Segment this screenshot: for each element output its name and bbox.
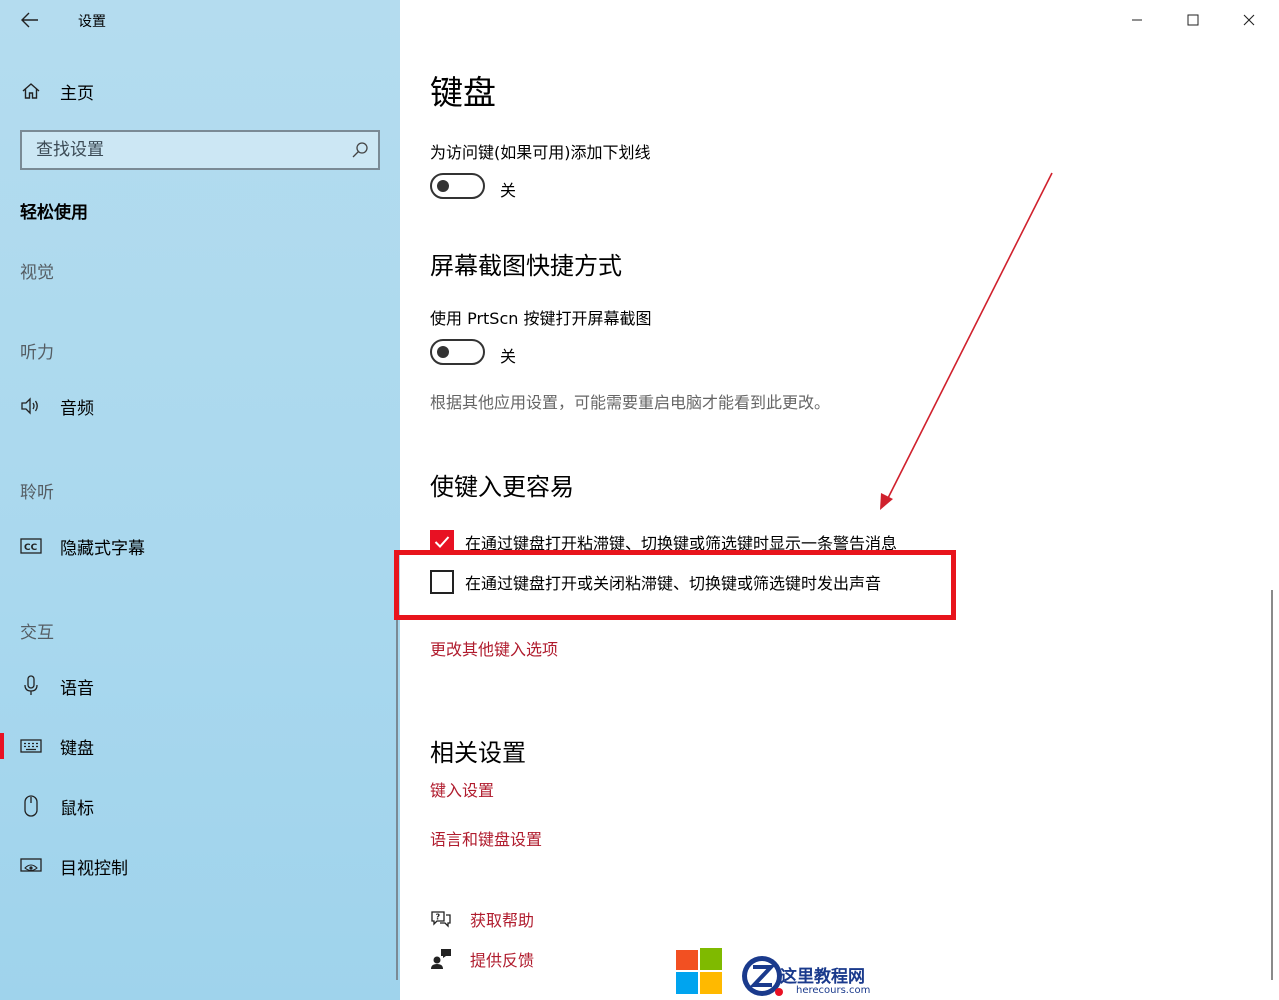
- home-icon: [20, 80, 42, 102]
- main-content: 键盘 为访问键(如果可用)添加下划线 关 屏幕截图快捷方式 使用 PrtScn …: [394, 0, 1279, 1000]
- page-title: 键盘: [430, 73, 496, 112]
- checkmark-icon: [434, 536, 450, 548]
- maximize-icon: [1187, 14, 1199, 26]
- section-title: 轻松使用: [20, 203, 88, 223]
- sidebar-item-eye-control[interactable]: 目视控制: [0, 846, 400, 886]
- toggle-knob: [437, 346, 449, 358]
- mouse-icon: [20, 795, 42, 817]
- close-icon: [1243, 14, 1255, 26]
- sidebar-item-label: 主页: [60, 83, 94, 104]
- more-typing-options-link[interactable]: 更改其他键入选项: [430, 636, 558, 660]
- print-screen-toggle[interactable]: [430, 339, 485, 365]
- back-button[interactable]: [14, 6, 46, 34]
- group-label-interaction: 交互: [20, 623, 54, 643]
- print-screen-label: 使用 PrtScn 按键打开屏幕截图: [430, 309, 652, 328]
- eye-control-icon: [20, 855, 42, 877]
- print-screen-note: 根据其他应用设置，可能需要重启电脑才能看到此更改。: [430, 393, 831, 412]
- sidebar-item-home[interactable]: 主页: [0, 71, 400, 111]
- close-button[interactable]: [1229, 6, 1269, 34]
- toggle-state-label: 关: [500, 181, 517, 200]
- maximize-button[interactable]: [1173, 6, 1213, 34]
- sidebar: 设置 主页 轻松使用 视觉 听力 音频 聆听 CC 隐藏式字幕 交互 语音: [0, 0, 400, 1000]
- group-label-vision: 视觉: [20, 263, 54, 283]
- minimize-icon: [1132, 19, 1142, 21]
- help-chat-icon: ?: [431, 911, 451, 928]
- search-input[interactable]: [22, 132, 342, 168]
- sidebar-item-label: 键盘: [60, 738, 94, 759]
- content-scrollbar[interactable]: [1271, 590, 1273, 980]
- feedback-row[interactable]: 提供反馈: [430, 946, 534, 972]
- print-screen-heading: 屏幕截图快捷方式: [430, 252, 622, 280]
- watermark-url: herecours.com: [796, 985, 871, 996]
- sidebar-item-label: 语音: [60, 678, 94, 699]
- group-label-listen: 聆听: [20, 483, 54, 503]
- toggle-knob: [437, 180, 449, 192]
- keyboard-icon: [20, 735, 42, 757]
- svg-text:CC: CC: [24, 543, 38, 553]
- svg-text:?: ?: [436, 913, 441, 922]
- back-arrow-icon: [21, 12, 38, 28]
- get-help-link[interactable]: 获取帮助: [470, 907, 534, 931]
- language-keyboard-link[interactable]: 语言和键盘设置: [430, 826, 542, 850]
- sidebar-item-label: 隐藏式字幕: [60, 538, 145, 559]
- feedback-link[interactable]: 提供反馈: [470, 947, 534, 971]
- highlight-annotation-box: [394, 550, 956, 620]
- sidebar-item-label: 目视控制: [60, 858, 128, 879]
- watermark-title: 这里教程网: [780, 967, 865, 987]
- typing-easier-heading: 使键入更容易: [430, 473, 574, 501]
- title-bar: 设置: [0, 0, 400, 40]
- sidebar-scrollbar[interactable]: [396, 615, 398, 980]
- microphone-icon: [20, 675, 42, 697]
- toggle-state-label: 关: [500, 347, 517, 366]
- sidebar-item-keyboard[interactable]: 键盘: [0, 726, 400, 766]
- sidebar-item-audio[interactable]: 音频: [0, 386, 400, 426]
- sidebar-item-label: 鼠标: [60, 798, 94, 819]
- underline-access-keys-toggle[interactable]: [430, 173, 485, 199]
- minimize-button[interactable]: [1117, 6, 1157, 34]
- group-label-hearing: 听力: [20, 343, 54, 363]
- sidebar-item-speech[interactable]: 语音: [0, 666, 400, 706]
- sidebar-item-mouse[interactable]: 鼠标: [0, 786, 400, 826]
- underline-access-keys-label: 为访问键(如果可用)添加下划线: [430, 143, 651, 162]
- sidebar-item-label: 音频: [60, 398, 94, 419]
- related-settings-heading: 相关设置: [430, 739, 526, 767]
- search-icon[interactable]: [350, 140, 370, 160]
- typing-settings-link[interactable]: 键入设置: [430, 777, 494, 801]
- sidebar-item-captions[interactable]: CC 隐藏式字幕: [0, 526, 400, 566]
- closed-captions-icon: CC: [20, 535, 42, 557]
- feedback-icon: [431, 949, 451, 969]
- get-help-row[interactable]: ? 获取帮助: [430, 906, 534, 932]
- search-box[interactable]: [20, 130, 380, 170]
- speaker-icon: [20, 395, 42, 417]
- app-title: 设置: [78, 14, 106, 30]
